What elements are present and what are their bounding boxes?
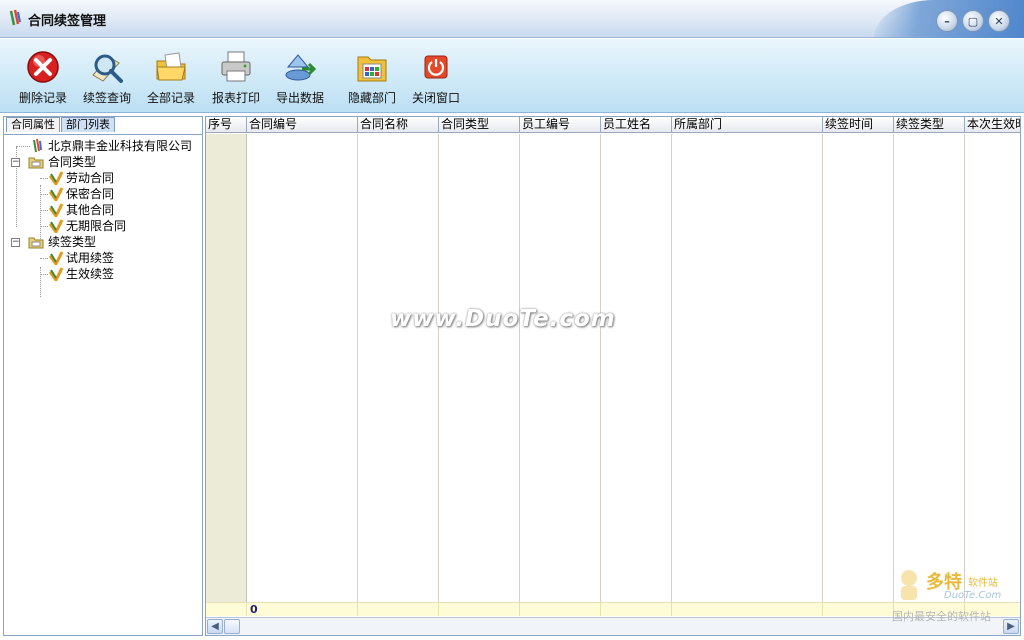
printer-icon xyxy=(221,51,251,82)
tree-node-contract-type[interactable]: − 合同类型 xyxy=(4,154,202,170)
tab-department-list[interactable]: 部门列表 xyxy=(61,117,115,132)
category-folder-icon xyxy=(28,157,44,169)
column-header-renewal-type[interactable]: 续签类型 xyxy=(894,117,965,133)
tree-node-labor-contract[interactable]: 劳动合同 xyxy=(4,170,202,186)
tab-contract-properties[interactable]: 合同属性 xyxy=(6,117,60,132)
chevron-left-icon: ◀ xyxy=(211,621,219,632)
toolbar: 删除记录 续签查询 全部记录 报表打印 导出数据 隐藏部门 关闭窗口 xyxy=(0,39,1024,113)
company-icon xyxy=(33,139,42,153)
contract-leaf-icon xyxy=(48,203,64,217)
contract-leaf-icon xyxy=(48,171,64,185)
column-header-effective-time[interactable]: 本次生效时间 xyxy=(965,117,1020,133)
panel-tabs: 合同属性 部门列表 xyxy=(6,117,116,133)
record-count: 0 xyxy=(250,603,258,616)
collapse-icon[interactable]: − xyxy=(11,158,20,167)
contract-leaf-icon xyxy=(48,219,64,233)
watermark-text: www.DuoTe.com xyxy=(390,306,616,332)
report-print-button[interactable]: 报表打印 xyxy=(208,49,264,106)
column-header-renewal-time[interactable]: 续签时间 xyxy=(823,117,894,133)
minimize-icon: – xyxy=(944,14,950,28)
toolbar-label: 全部记录 xyxy=(146,91,195,105)
column-header-department[interactable]: 所属部门 xyxy=(672,117,823,133)
close-window-button[interactable]: ✕ xyxy=(988,10,1010,32)
export-data-icon xyxy=(285,54,317,81)
column-header-index[interactable]: 序号 xyxy=(206,117,247,133)
toolbar-label: 续签查询 xyxy=(82,91,131,105)
window-title: 合同续签管理 xyxy=(28,14,107,29)
magnifier-search-icon xyxy=(92,54,123,83)
scroll-left-button[interactable]: ◀ xyxy=(207,619,223,634)
app-icon xyxy=(9,9,21,26)
tree-node-indefinite-contract[interactable]: 无期限合同 xyxy=(4,218,202,234)
tree-node-confidentiality-contract[interactable]: 保密合同 xyxy=(4,186,202,202)
column-header-contract-type[interactable]: 合同类型 xyxy=(439,117,520,133)
renewal-query-button[interactable]: 续签查询 xyxy=(80,49,134,106)
grid-body[interactable] xyxy=(206,134,1020,602)
tree-node-company[interactable]: 北京鼎丰金业科技有限公司 xyxy=(4,138,202,154)
tree-node-trial-renewal[interactable]: 试用续签 xyxy=(4,250,202,266)
tree-node-effective-renewal[interactable]: 生效续签 xyxy=(4,266,202,282)
column-header-employee-name[interactable]: 员工姓名 xyxy=(601,117,672,133)
toolbar-label: 关闭窗口 xyxy=(411,91,460,105)
toolbar-label: 报表打印 xyxy=(211,91,260,105)
column-header-contract-no[interactable]: 合同编号 xyxy=(247,117,358,133)
all-records-button[interactable]: 全部记录 xyxy=(144,49,198,106)
category-folder-icon xyxy=(28,237,44,249)
corner-watermark-logo: 多特 软件站 DuoTe.Com 国内最安全的软件站 xyxy=(890,566,1020,626)
toolbar-label: 删除记录 xyxy=(18,91,67,105)
department-tree: 北京鼎丰金业科技有限公司 − 合同类型 劳动合同 保密合同 其他合同 无期限合同… xyxy=(4,134,202,297)
hide-department-button[interactable]: 隐藏部门 xyxy=(344,49,400,106)
mascot-icon xyxy=(901,570,917,600)
column-header-contract-name[interactable]: 合同名称 xyxy=(358,117,439,133)
column-header-employee-no[interactable]: 员工编号 xyxy=(520,117,601,133)
close-icon: ✕ xyxy=(994,14,1004,28)
toolbar-label: 隐藏部门 xyxy=(347,91,396,105)
minimize-button[interactable]: – xyxy=(936,10,958,32)
contract-leaf-icon xyxy=(48,267,64,281)
maximize-button[interactable]: ▢ xyxy=(962,10,984,32)
close-window-toolbar-button[interactable]: 关闭窗口 xyxy=(408,49,464,106)
folder-open-icon xyxy=(156,52,186,81)
contract-leaf-icon xyxy=(48,251,64,265)
delete-record-button[interactable]: 删除记录 xyxy=(16,49,70,106)
delete-icon xyxy=(27,51,59,83)
power-close-icon xyxy=(424,55,448,79)
tree-node-other-contract[interactable]: 其他合同 xyxy=(4,202,202,218)
collapse-icon[interactable]: − xyxy=(11,238,20,247)
scroll-thumb[interactable] xyxy=(224,619,240,634)
export-data-button[interactable]: 导出数据 xyxy=(272,49,328,106)
renewal-records-grid: 序号 合同编号 合同名称 合同类型 员工编号 员工姓名 所属部门 续签时间 续签… xyxy=(205,116,1021,636)
grid-header: 序号 合同编号 合同名称 合同类型 员工编号 员工姓名 所属部门 续签时间 续签… xyxy=(206,117,1020,133)
title-bar: 合同续签管理 – ▢ ✕ xyxy=(0,0,1024,38)
tree-node-renewal-type[interactable]: − 续签类型 xyxy=(4,234,202,250)
department-panel: 合同属性 部门列表 北京鼎丰金业科技有限公司 − 合同类型 劳动合同 保密合同 … xyxy=(3,116,203,636)
toolbar-label: 导出数据 xyxy=(275,91,324,105)
contract-leaf-icon xyxy=(48,187,64,201)
maximize-icon: ▢ xyxy=(967,14,979,28)
hide-department-icon xyxy=(357,56,387,82)
